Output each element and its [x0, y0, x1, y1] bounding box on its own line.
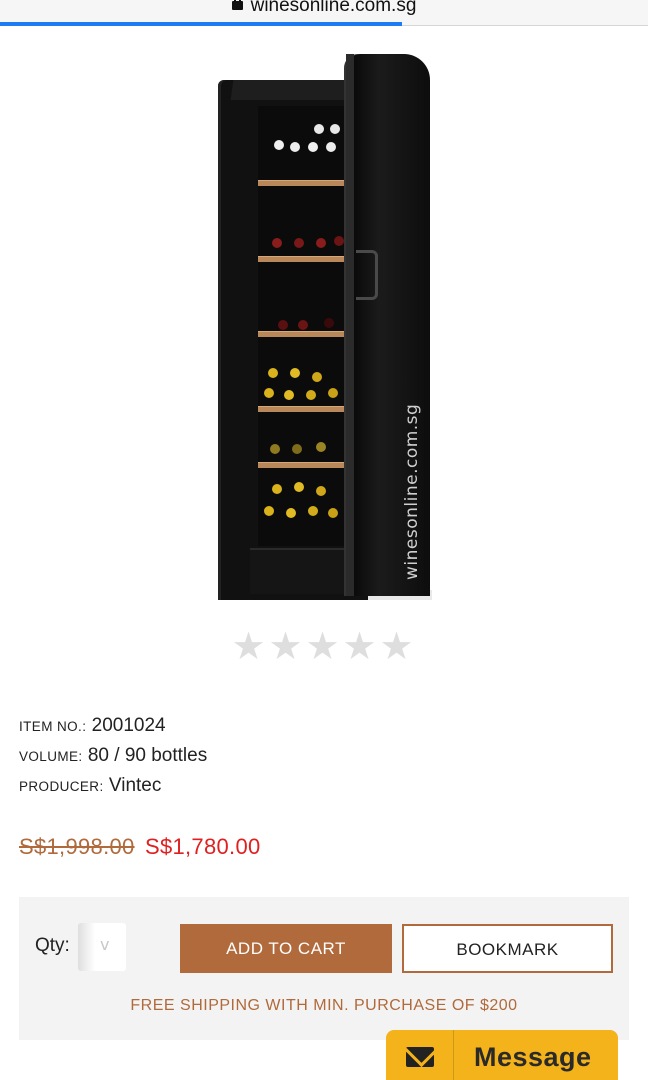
price-block: S$1,998.00 S$1,780.00 — [19, 834, 261, 860]
sale-price: S$1,780.00 — [144, 834, 261, 859]
cabinet-door-edge — [346, 54, 354, 596]
image-watermark: winesonline.com.sg — [402, 403, 422, 580]
page-load-progress-bar — [0, 22, 402, 26]
detail-volume: VOLUME: 80 / 90 bottles — [19, 744, 207, 774]
chevron-down-icon: v — [100, 935, 110, 954]
cabinet-shelf — [258, 331, 352, 337]
cabinet-base — [250, 548, 358, 594]
detail-value: 2001024 — [91, 715, 166, 736]
detail-label: VOLUME: — [19, 749, 83, 764]
envelope-icon — [406, 1047, 434, 1067]
bottle-row — [264, 430, 348, 460]
cabinet-shelf — [258, 462, 352, 468]
detail-value: Vintec — [108, 775, 162, 796]
message-icon-area — [386, 1030, 454, 1080]
product-details: ITEM NO.: 2001024 VOLUME: 80 / 90 bottle… — [19, 714, 207, 804]
detail-label: ITEM NO.: — [19, 719, 87, 734]
star-icon[interactable]: ★ — [230, 626, 267, 666]
cabinet-handle — [356, 250, 378, 300]
star-icon[interactable]: ★ — [304, 626, 341, 666]
add-to-cart-button[interactable]: ADD TO CART — [180, 924, 392, 973]
url-display[interactable]: winesonline.com.sg — [0, 0, 648, 17]
product-image[interactable]: winesonline.com.sg — [212, 50, 438, 600]
detail-item-number: ITEM NO.: 2001024 — [19, 714, 207, 744]
message-widget-button[interactable]: Message — [386, 1030, 618, 1080]
bottle-row — [264, 218, 348, 248]
free-shipping-notice: FREE SHIPPING WITH MIN. PURCHASE OF $200 — [130, 997, 518, 1014]
detail-producer: PRODUCER: Vintec — [19, 774, 207, 804]
star-icon[interactable]: ★ — [378, 626, 415, 666]
detail-value: 80 / 90 bottles — [87, 745, 208, 766]
qty-label: Qty: — [35, 935, 70, 956]
cart-panel: Qty: v ADD TO CART BOOKMARK FREE SHIPPIN… — [19, 897, 629, 1040]
qty-select[interactable]: v — [78, 923, 126, 971]
detail-label: PRODUCER: — [19, 779, 104, 794]
cabinet-shelf — [258, 406, 352, 412]
bookmark-button[interactable]: BOOKMARK — [402, 924, 613, 973]
star-icon[interactable]: ★ — [267, 626, 304, 666]
product-rating[interactable]: ★ ★ ★ ★ ★ — [230, 626, 415, 666]
cabinet-shelf — [258, 180, 352, 186]
bottle-row — [264, 122, 348, 152]
bottle-row — [264, 480, 348, 518]
star-icon[interactable]: ★ — [341, 626, 378, 666]
bottle-row — [264, 368, 348, 400]
url-text: winesonline.com.sg — [250, 0, 417, 16]
lock-icon — [231, 0, 243, 10]
message-label: Message — [474, 1042, 592, 1072]
cabinet-shelf — [258, 256, 352, 262]
original-price: S$1,998.00 — [19, 834, 135, 859]
